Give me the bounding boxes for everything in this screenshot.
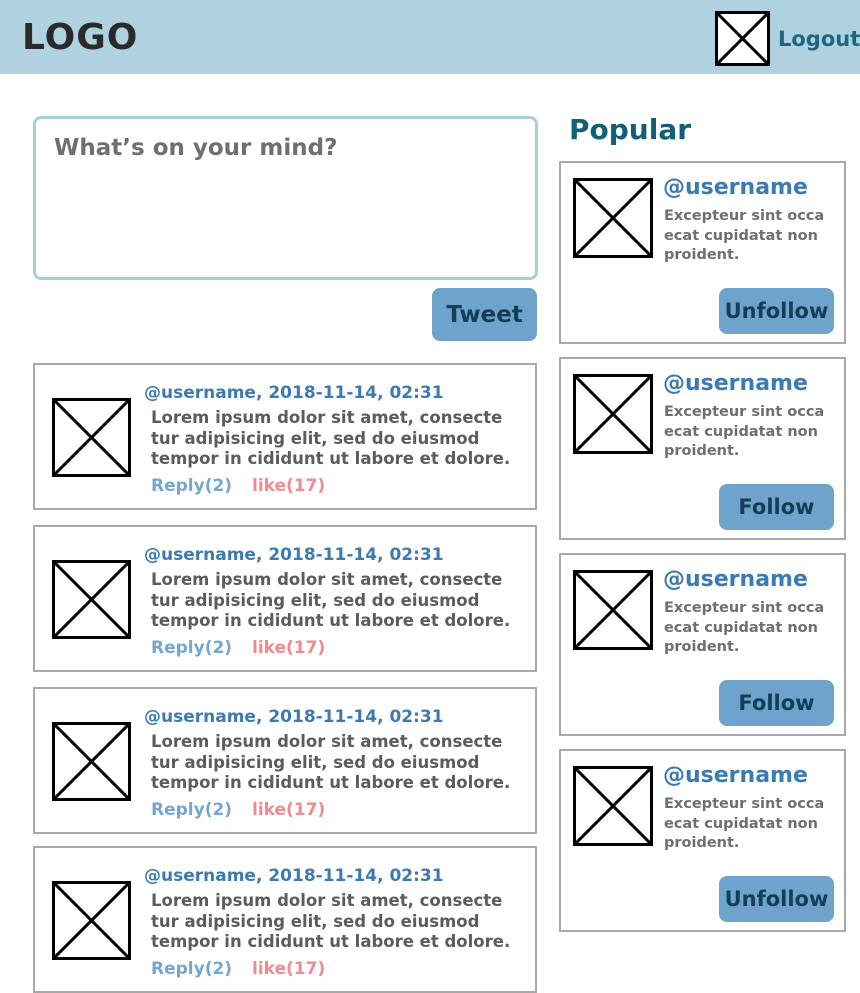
image-placeholder-icon[interactable] <box>715 11 770 66</box>
feed-post: @username, 2018-11-14, 02:31 Lorem ipsum… <box>33 846 537 993</box>
like-link[interactable]: like(17) <box>252 476 325 496</box>
card-description: Excepteur sint occa ecat cupidatat non p… <box>664 404 825 459</box>
unfollow-button[interactable]: Unfollow <box>719 876 834 922</box>
unfollow-button[interactable]: Unfollow <box>719 288 834 334</box>
post-meta[interactable]: @username, 2018-11-14, 02:31 <box>144 382 444 404</box>
feed-post: @username, 2018-11-14, 02:31 Lorem ipsum… <box>33 363 537 510</box>
image-placeholder-icon <box>52 881 131 960</box>
post-actions: Reply(2) like(17) <box>151 637 325 659</box>
logout-link[interactable]: Logout <box>778 25 860 53</box>
post-actions: Reply(2) like(17) <box>151 958 325 980</box>
post-text: Lorem ipsum dolor sit amet, consecte tur… <box>151 570 511 630</box>
popular-user-card: @username Excepteur sint occa ecat cupid… <box>559 553 846 736</box>
post-meta[interactable]: @username, 2018-11-14, 02:31 <box>144 706 444 728</box>
popular-heading: Popular <box>569 113 692 146</box>
reply-link[interactable]: Reply(2) <box>151 638 232 658</box>
card-username[interactable]: @username <box>663 174 808 202</box>
card-username[interactable]: @username <box>663 370 808 398</box>
logo[interactable]: LOGO <box>22 18 138 58</box>
post-actions: Reply(2) like(17) <box>151 799 325 821</box>
popular-user-card: @username Excepteur sint occa ecat cupid… <box>559 357 846 540</box>
feed-post: @username, 2018-11-14, 02:31 Lorem ipsum… <box>33 525 537 672</box>
reply-link[interactable]: Reply(2) <box>151 959 232 979</box>
card-username[interactable]: @username <box>663 566 808 594</box>
image-placeholder-icon <box>573 374 653 454</box>
post-text: Lorem ipsum dolor sit amet, consecte tur… <box>151 732 511 792</box>
image-placeholder-icon <box>52 398 131 477</box>
image-placeholder-icon <box>573 766 653 846</box>
popular-user-card: @username Excepteur sint occa ecat cupid… <box>559 749 846 932</box>
tweet-button[interactable]: Tweet <box>432 288 537 341</box>
like-link[interactable]: like(17) <box>252 959 325 979</box>
post-meta[interactable]: @username, 2018-11-14, 02:31 <box>144 544 444 566</box>
card-description: Excepteur sint occa ecat cupidatat non p… <box>664 208 825 263</box>
compose-input[interactable] <box>33 116 538 280</box>
image-placeholder-icon <box>52 722 131 801</box>
feed-post: @username, 2018-11-14, 02:31 Lorem ipsum… <box>33 687 537 834</box>
follow-button[interactable]: Follow <box>719 680 834 726</box>
reply-link[interactable]: Reply(2) <box>151 476 232 496</box>
like-link[interactable]: like(17) <box>252 638 325 658</box>
like-link[interactable]: like(17) <box>252 800 325 820</box>
popular-user-card: @username Excepteur sint occa ecat cupid… <box>559 161 846 344</box>
follow-button[interactable]: Follow <box>719 484 834 530</box>
image-placeholder-icon <box>573 570 653 650</box>
header-bar: LOGO Logout <box>0 0 860 74</box>
card-description: Excepteur sint occa ecat cupidatat non p… <box>664 600 825 655</box>
card-username[interactable]: @username <box>663 762 808 790</box>
image-placeholder-icon <box>573 178 653 258</box>
card-description: Excepteur sint occa ecat cupidatat non p… <box>664 796 825 851</box>
image-placeholder-icon <box>52 560 131 639</box>
post-text: Lorem ipsum dolor sit amet, consecte tur… <box>151 408 511 468</box>
reply-link[interactable]: Reply(2) <box>151 800 232 820</box>
post-text: Lorem ipsum dolor sit amet, consecte tur… <box>151 891 511 951</box>
post-meta[interactable]: @username, 2018-11-14, 02:31 <box>144 865 444 887</box>
post-actions: Reply(2) like(17) <box>151 475 325 497</box>
